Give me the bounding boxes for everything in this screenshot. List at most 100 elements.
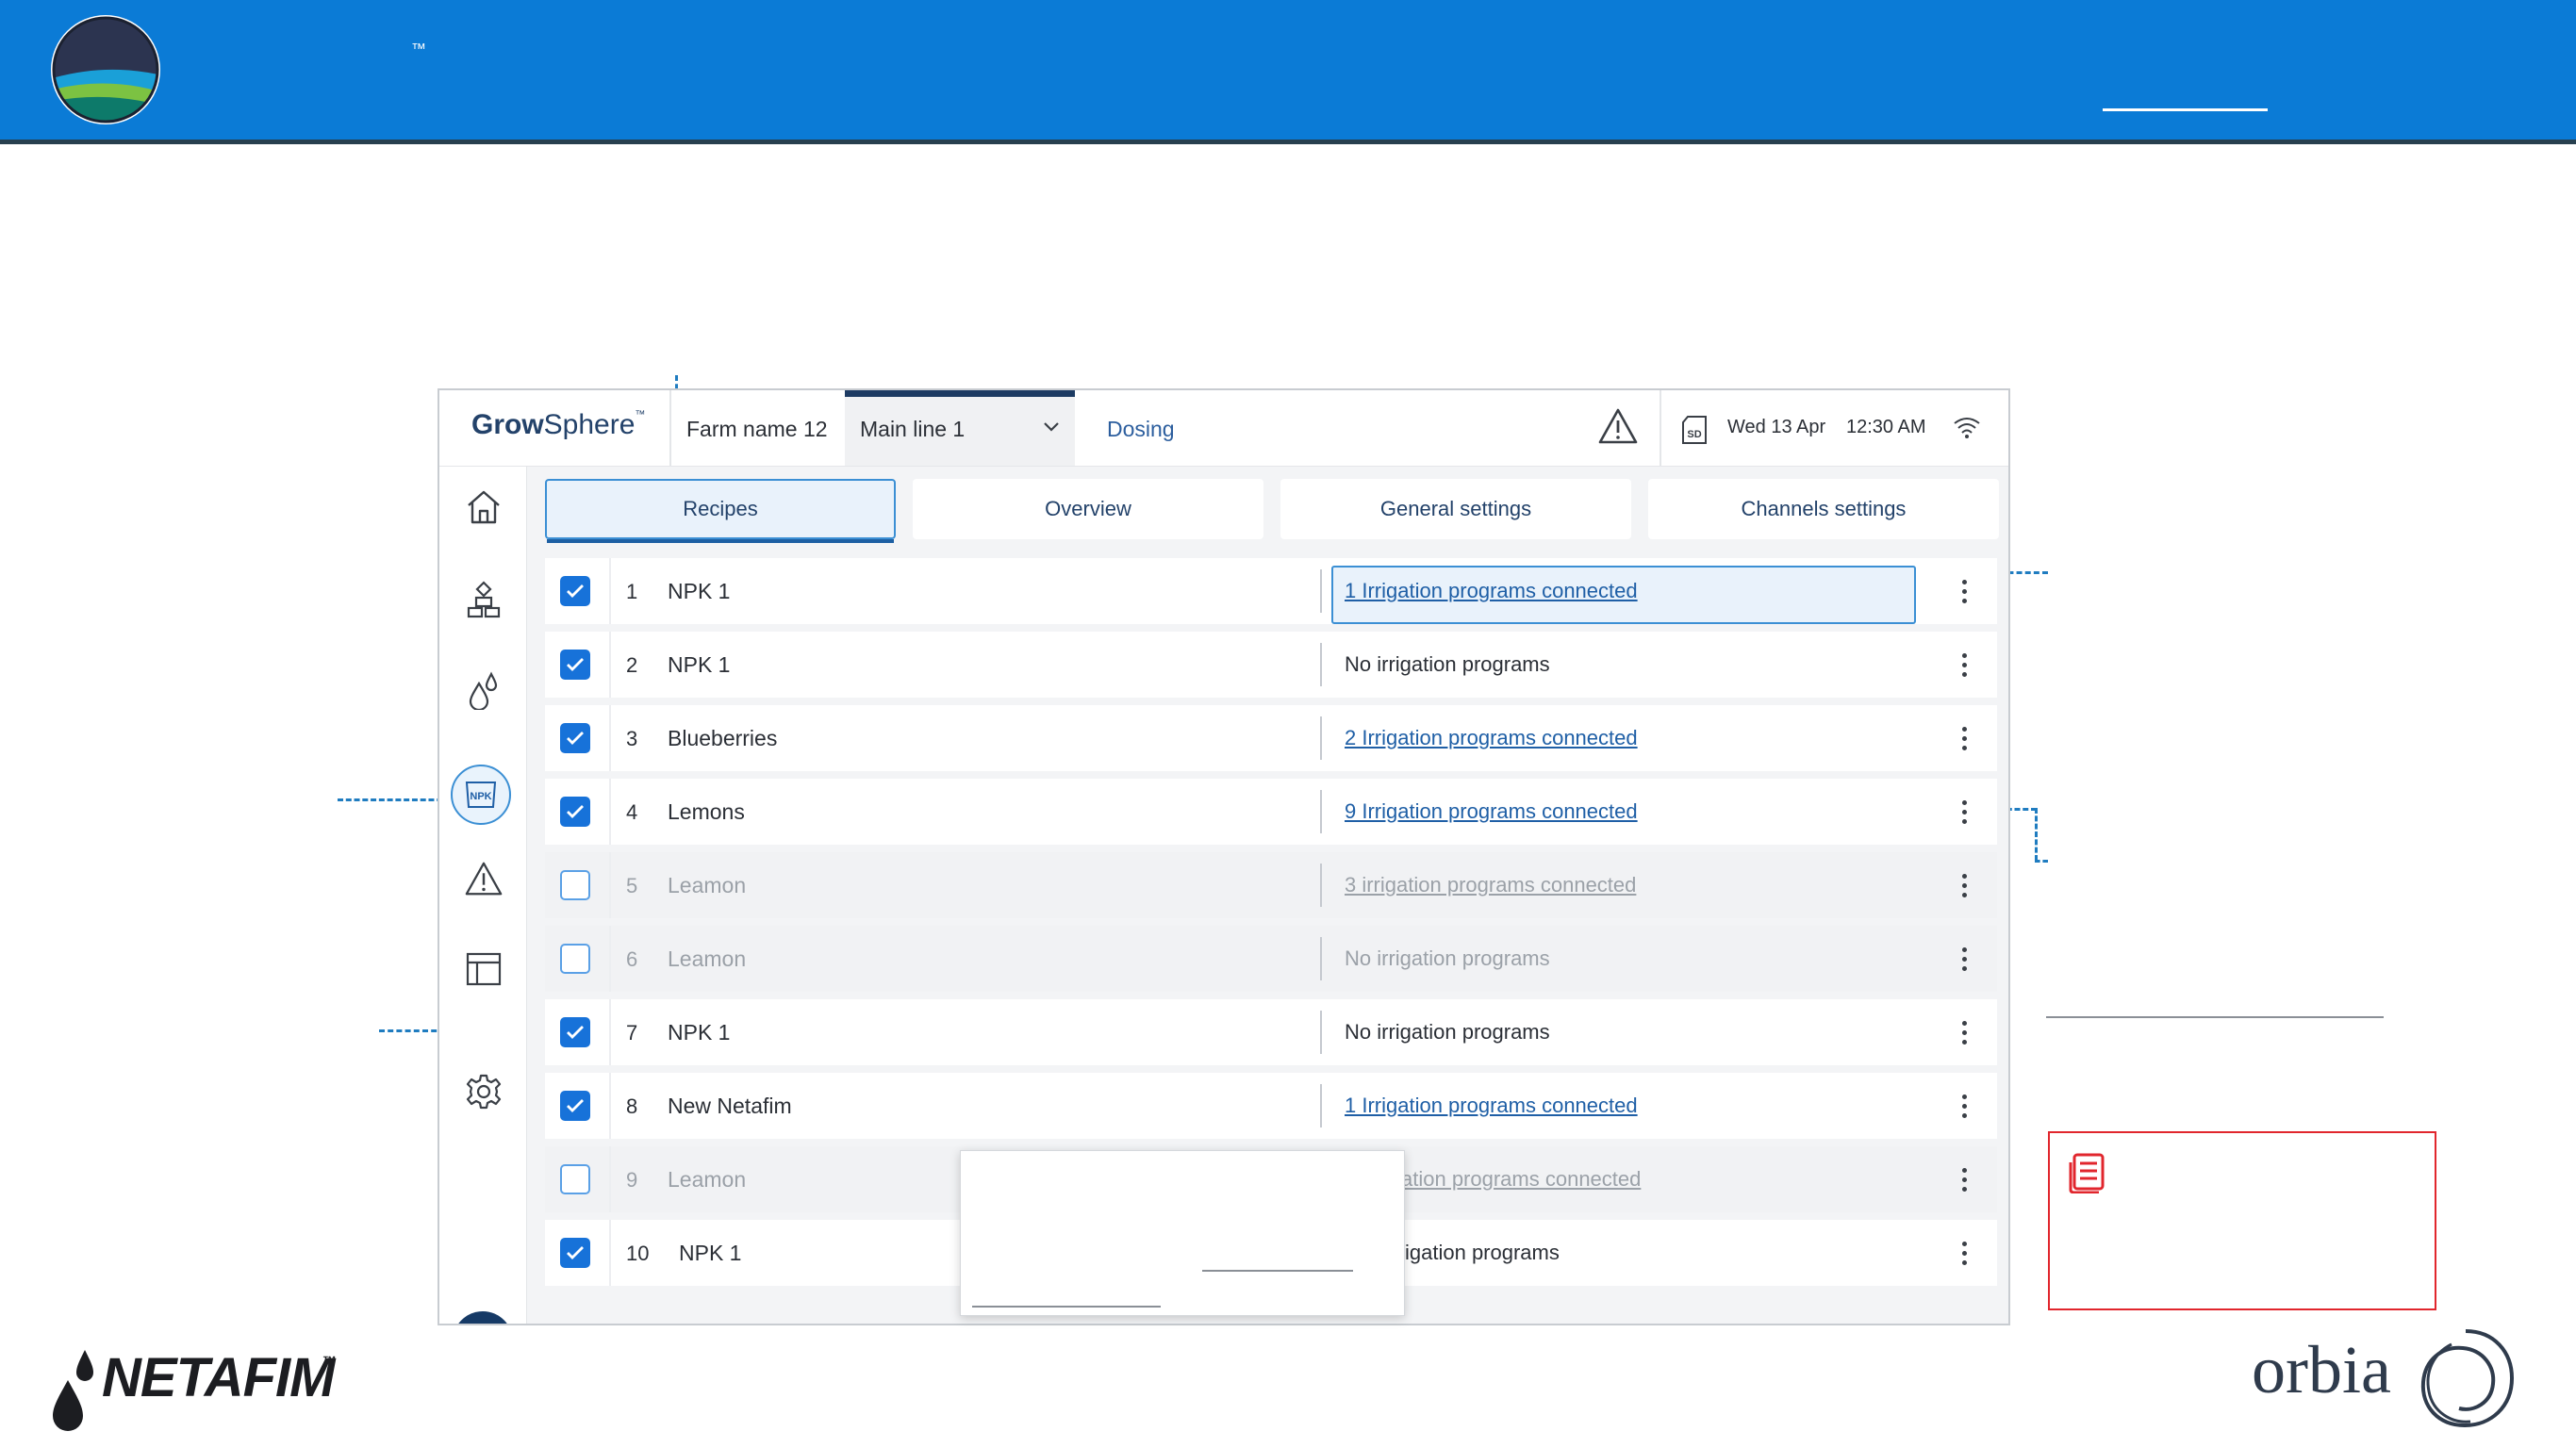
row-checkbox[interactable] bbox=[560, 1091, 590, 1121]
row-checkbox[interactable] bbox=[560, 944, 590, 974]
row-checkbox[interactable] bbox=[560, 576, 590, 606]
recipe-name: NPK 1 bbox=[668, 579, 731, 603]
tab-recipes[interactable]: Recipes bbox=[545, 479, 896, 543]
sidebar-item-npk[interactable]: NPK bbox=[451, 765, 511, 825]
recipe-name: New Netafim bbox=[668, 1094, 792, 1118]
row-menu-button[interactable] bbox=[1950, 939, 1978, 979]
sidebar-item-irrigation[interactable] bbox=[462, 668, 505, 712]
check-icon bbox=[567, 805, 584, 818]
brand-trademark: ™ bbox=[635, 409, 646, 420]
note-divider bbox=[2046, 1016, 2384, 1018]
table-row[interactable]: 3 Blueberries 2 Irrigation programs conn… bbox=[545, 705, 1997, 771]
sidebar-item-devices[interactable] bbox=[462, 578, 505, 621]
table-row[interactable]: 1 NPK 1 1 Irrigation programs connected bbox=[545, 558, 1997, 624]
recipe-name: Leamon bbox=[668, 1167, 747, 1192]
document-icon bbox=[2069, 1153, 2105, 1193]
main-line-selector[interactable]: Main line 1 bbox=[845, 390, 1075, 466]
dot bbox=[1961, 809, 1967, 814]
programs-link[interactable]: 9 Irrigation programs connected bbox=[1345, 799, 1638, 824]
brand-bold: Grow bbox=[471, 409, 544, 440]
dot bbox=[1961, 662, 1967, 667]
npk-icon: NPK bbox=[465, 782, 497, 808]
check-icon bbox=[567, 658, 584, 671]
check-icon bbox=[567, 1099, 584, 1112]
row-menu-button[interactable] bbox=[1950, 1160, 1978, 1199]
recipe-number: 7 bbox=[626, 1021, 638, 1045]
programs-text: No irrigation programs bbox=[1345, 1020, 1550, 1044]
row-divider bbox=[609, 779, 611, 845]
netafim-drop-icon bbox=[53, 1350, 93, 1431]
table-row[interactable]: 6 Leamon No irrigation programs bbox=[545, 926, 1997, 992]
recipe-number: 10 bbox=[626, 1242, 650, 1265]
dosing-link[interactable]: Dosing bbox=[1107, 417, 1175, 442]
netafim-trademark: ™ bbox=[322, 1354, 337, 1370]
programs-link[interactable]: 3 irrigation programs connected bbox=[1345, 873, 1636, 897]
row-menu-button[interactable] bbox=[1950, 1012, 1978, 1052]
warning-icon bbox=[465, 862, 503, 896]
sidebar-item-alarms[interactable] bbox=[462, 857, 505, 900]
header-time: 12:30 AM bbox=[1846, 417, 1926, 437]
programs-link[interactable]: 1 Irrigation programs connected bbox=[1345, 579, 1638, 603]
home-icon bbox=[468, 490, 500, 524]
row-divider bbox=[609, 1220, 611, 1286]
check-icon bbox=[567, 732, 584, 745]
sd-card-icon: SD bbox=[1682, 416, 1707, 444]
tab-general-settings[interactable]: General settings bbox=[1280, 479, 1631, 539]
row-checkbox[interactable] bbox=[560, 1017, 590, 1047]
row-menu-button[interactable] bbox=[1950, 1086, 1978, 1126]
column-separator bbox=[1320, 1011, 1322, 1054]
table-row[interactable]: 2 NPK 1 No irrigation programs bbox=[545, 632, 1997, 698]
table-row[interactable]: 8 New Netafim 1 Irrigation programs conn… bbox=[545, 1073, 1997, 1139]
row-menu-button[interactable] bbox=[1950, 571, 1978, 611]
check-icon bbox=[567, 1026, 584, 1039]
row-checkbox[interactable] bbox=[560, 1238, 590, 1268]
recipe-number: 6 bbox=[626, 947, 638, 971]
column-separator bbox=[1320, 937, 1322, 980]
table-row[interactable]: 4 Lemons 9 Irrigation programs connected bbox=[545, 779, 1997, 845]
dot bbox=[1961, 873, 1967, 879]
row-menu-button[interactable] bbox=[1950, 718, 1978, 758]
user-avatar[interactable]: DF bbox=[453, 1311, 513, 1324]
main-line-label: Main line 1 bbox=[860, 417, 966, 441]
recipe-name: NPK 1 bbox=[668, 1020, 731, 1045]
recipe-number: 8 bbox=[626, 1094, 638, 1118]
row-checkbox[interactable] bbox=[560, 650, 590, 680]
column-separator bbox=[1320, 569, 1322, 613]
popup-line bbox=[1202, 1270, 1353, 1272]
row-menu-button[interactable] bbox=[1950, 792, 1978, 831]
farm-name[interactable]: Farm name 12 bbox=[686, 417, 828, 442]
warning-icon[interactable] bbox=[1597, 407, 1639, 445]
row-checkbox[interactable] bbox=[560, 1164, 590, 1194]
programs-link[interactable]: 1 Irrigation programs connected bbox=[1345, 1094, 1638, 1118]
dot bbox=[1961, 745, 1967, 750]
callout-kebab-v bbox=[2035, 808, 2038, 861]
sidebar-item-reports[interactable] bbox=[462, 947, 505, 991]
row-menu-button[interactable] bbox=[1950, 645, 1978, 684]
programs-link[interactable]: ation programs connected bbox=[1401, 1167, 1641, 1192]
orbia-swirl-icon bbox=[2420, 1329, 2515, 1428]
row-checkbox[interactable] bbox=[560, 723, 590, 753]
netafim-wordmark: NETAFIM bbox=[102, 1347, 335, 1408]
row-menu-button[interactable] bbox=[1950, 1233, 1978, 1273]
dot bbox=[1961, 946, 1967, 952]
table-row[interactable]: 5 Leamon 3 irrigation programs connected bbox=[545, 852, 1997, 918]
table-row[interactable]: 7 NPK 1 No irrigation programs bbox=[545, 999, 1997, 1065]
sidebar-item-settings[interactable] bbox=[462, 1070, 505, 1113]
sidebar-item-home[interactable] bbox=[462, 485, 505, 529]
recipe-name: Lemons bbox=[668, 799, 745, 824]
programs-text: igation programs bbox=[1405, 1241, 1560, 1264]
callout-kebab-end bbox=[2035, 860, 2048, 863]
row-checkbox[interactable] bbox=[560, 797, 590, 827]
dot bbox=[1961, 1039, 1967, 1045]
npk-label: NPK bbox=[470, 791, 491, 802]
tab-overview[interactable]: Overview bbox=[913, 479, 1263, 539]
programs-link[interactable]: 2 Irrigation programs connected bbox=[1345, 726, 1638, 750]
row-menu-button[interactable] bbox=[1950, 865, 1978, 905]
sd-label: SD bbox=[1687, 429, 1701, 440]
dot bbox=[1961, 1250, 1967, 1256]
dot bbox=[1961, 1241, 1967, 1246]
check-icon bbox=[567, 584, 584, 598]
dot bbox=[1961, 799, 1967, 805]
row-checkbox[interactable] bbox=[560, 870, 590, 900]
tab-channels-settings[interactable]: Channels settings bbox=[1648, 479, 1999, 539]
